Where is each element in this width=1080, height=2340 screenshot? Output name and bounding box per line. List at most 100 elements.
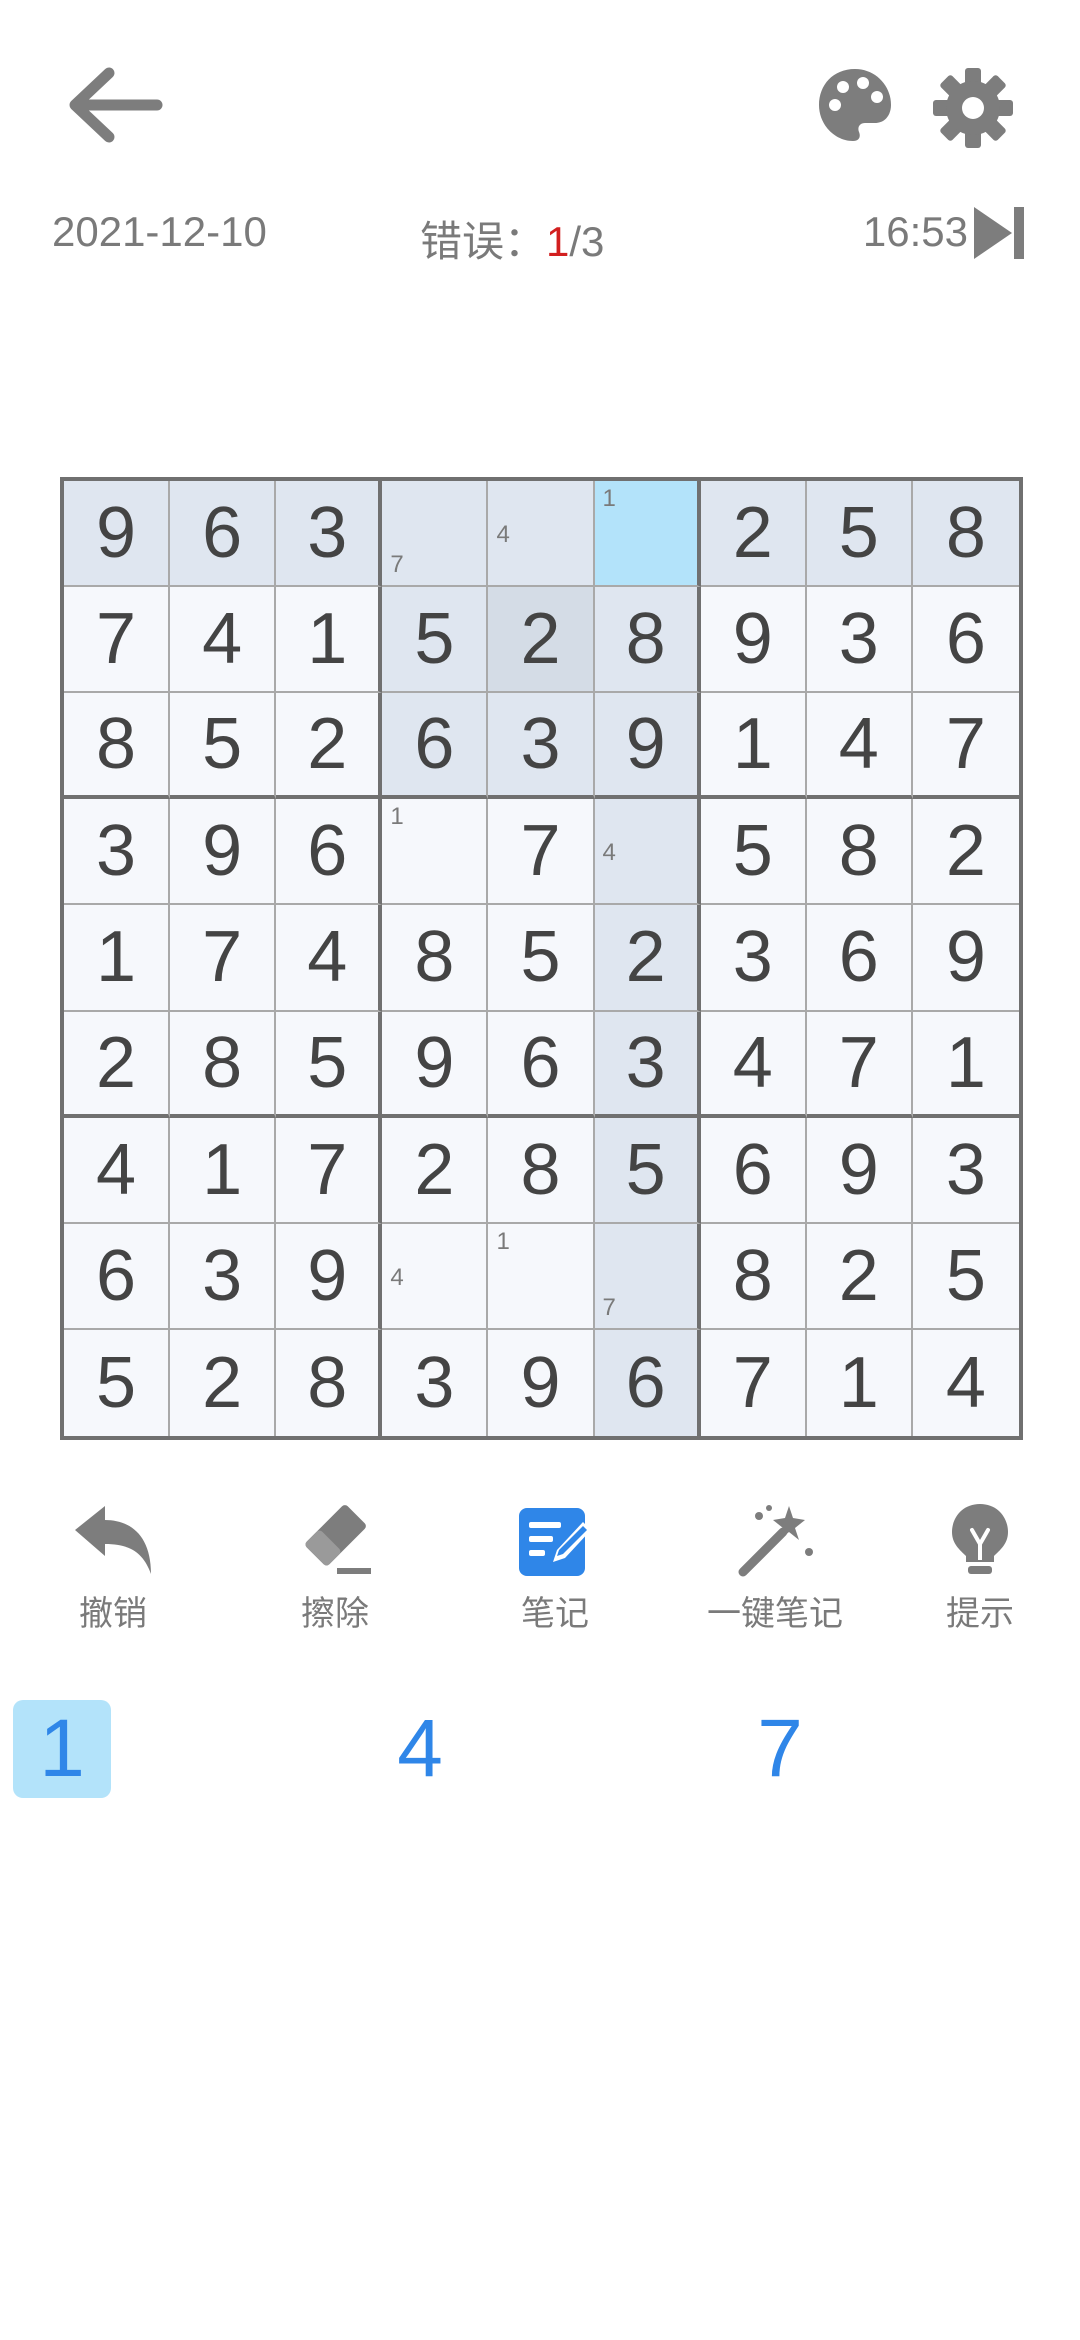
sudoku-cell[interactable]: 6 [700,1117,807,1224]
sudoku-cell[interactable]: 2 [488,587,595,694]
sudoku-cell[interactable]: 5 [64,1329,171,1436]
notes-button[interactable]: 笔记 [470,1500,640,1640]
sudoku-cell[interactable]: 5 [594,1117,701,1224]
sudoku-cell[interactable]: 1 [64,905,171,1012]
sudoku-cell[interactable]: 6 [488,1011,595,1118]
sudoku-cell[interactable]: 1 [382,799,489,906]
sudoku-cell[interactable]: 5 [912,1223,1019,1330]
sudoku-cell[interactable]: 2 [700,481,807,588]
pause-button[interactable] [972,203,1028,263]
sudoku-cell[interactable]: 4 [64,1117,171,1224]
sudoku-cell[interactable]: 3 [488,693,595,800]
sudoku-cell[interactable]: 8 [382,905,489,1012]
sudoku-cell[interactable]: 7 [700,1329,807,1436]
back-button[interactable] [60,60,170,150]
sudoku-cell[interactable]: 5 [276,1011,383,1118]
sudoku-cell[interactable]: 1 [594,481,701,588]
sudoku-cell[interactable]: 3 [64,799,171,906]
sudoku-cell[interactable]: 6 [594,1329,701,1436]
sudoku-cell[interactable]: 2 [912,799,1019,906]
sudoku-cell[interactable]: 7 [806,1011,913,1118]
undo-button[interactable]: 撤销 [28,1500,198,1640]
sudoku-cell[interactable]: 7 [594,1223,701,1330]
sudoku-cell[interactable]: 2 [170,1329,277,1436]
cell-digit: 4 [732,1022,773,1103]
sudoku-cell[interactable]: 3 [170,1223,277,1330]
sudoku-cell[interactable]: 6 [382,693,489,800]
sudoku-cell[interactable]: 3 [594,1011,701,1118]
sudoku-cell[interactable]: 5 [170,693,277,800]
sudoku-cell[interactable]: 9 [912,905,1019,1012]
back-arrow-icon [69,67,163,143]
auto-notes-button[interactable]: 一键笔记 [685,1500,865,1640]
sudoku-cell[interactable]: 4 [700,1011,807,1118]
sudoku-cell[interactable]: 9 [64,481,171,588]
cell-digit: 6 [307,811,348,892]
sudoku-cell[interactable]: 4 [912,1329,1019,1436]
sudoku-cell[interactable]: 4 [276,905,383,1012]
sudoku-cell[interactable]: 5 [488,905,595,1012]
sudoku-cell[interactable]: 7 [912,693,1019,800]
sudoku-cell[interactable]: 8 [276,1329,383,1436]
sudoku-cell[interactable]: 3 [912,1117,1019,1224]
sudoku-cell[interactable]: 7 [170,905,277,1012]
sudoku-cell[interactable]: 9 [382,1011,489,1118]
sudoku-cell[interactable]: 1 [170,1117,277,1224]
sudoku-cell[interactable]: 3 [700,905,807,1012]
sudoku-cell[interactable]: 1 [700,693,807,800]
sudoku-cell[interactable]: 6 [170,481,277,588]
sudoku-cell[interactable]: 3 [806,587,913,694]
sudoku-cell[interactable]: 4 [594,799,701,906]
sudoku-cell[interactable]: 9 [594,693,701,800]
sudoku-cell[interactable]: 8 [912,481,1019,588]
sudoku-cell[interactable]: 8 [594,587,701,694]
theme-button[interactable] [810,60,900,150]
sudoku-cell[interactable]: 4 [806,693,913,800]
hint-button[interactable]: 提示 [895,1500,1065,1640]
number-key-7[interactable]: 7 [731,1700,829,1798]
sudoku-cell[interactable]: 9 [700,587,807,694]
sudoku-cell[interactable]: 2 [594,905,701,1012]
sudoku-cell[interactable]: 4 [170,587,277,694]
sudoku-cell[interactable]: 9 [488,1329,595,1436]
sudoku-cell[interactable]: 4 [382,1223,489,1330]
sudoku-cell[interactable]: 7 [382,481,489,588]
sudoku-cell[interactable]: 9 [170,799,277,906]
number-key-4[interactable]: 4 [371,1700,469,1798]
sudoku-cell[interactable]: 6 [276,799,383,906]
sudoku-cell[interactable]: 8 [488,1117,595,1224]
sudoku-cell[interactable]: 5 [382,587,489,694]
sudoku-cell[interactable]: 4 [488,481,595,588]
sudoku-cell[interactable]: 2 [64,1011,171,1118]
sudoku-cell[interactable]: 8 [64,693,171,800]
sudoku-cell[interactable]: 1 [806,1329,913,1436]
sudoku-cell[interactable]: 1 [276,587,383,694]
number-key-1[interactable]: 1 [13,1700,111,1798]
sudoku-cell[interactable]: 6 [64,1223,171,1330]
sudoku-cell[interactable]: 6 [912,587,1019,694]
sudoku-cell[interactable]: 7 [276,1117,383,1224]
auto-notes-label: 一键笔记 [707,1594,843,1634]
sudoku-cell[interactable]: 5 [806,481,913,588]
sudoku-cell[interactable]: 1 [912,1011,1019,1118]
sudoku-cell[interactable]: 7 [64,587,171,694]
sudoku-cell[interactable]: 1 [488,1223,595,1330]
sudoku-cell[interactable]: 3 [382,1329,489,1436]
sudoku-cell[interactable]: 3 [276,481,383,588]
settings-button[interactable] [925,60,1020,155]
sudoku-cell[interactable]: 8 [700,1223,807,1330]
cell-digit: 5 [202,704,243,785]
sudoku-cell[interactable]: 2 [276,693,383,800]
sudoku-cell[interactable]: 8 [170,1011,277,1118]
sudoku-cell[interactable]: 2 [382,1117,489,1224]
sudoku-cell[interactable]: 2 [806,1223,913,1330]
sudoku-cell[interactable]: 9 [276,1223,383,1330]
erase-button[interactable]: 擦除 [250,1500,420,1640]
sudoku-cell[interactable]: 9 [806,1117,913,1224]
sudoku-cell[interactable]: 6 [806,905,913,1012]
sudoku-cell[interactable]: 5 [700,799,807,906]
sudoku-cell[interactable]: 8 [806,799,913,906]
status-bar: 2021-12-10 错误：1/3 16:53 [0,198,1080,268]
cell-digit: 2 [838,1235,879,1316]
sudoku-cell[interactable]: 7 [488,799,595,906]
